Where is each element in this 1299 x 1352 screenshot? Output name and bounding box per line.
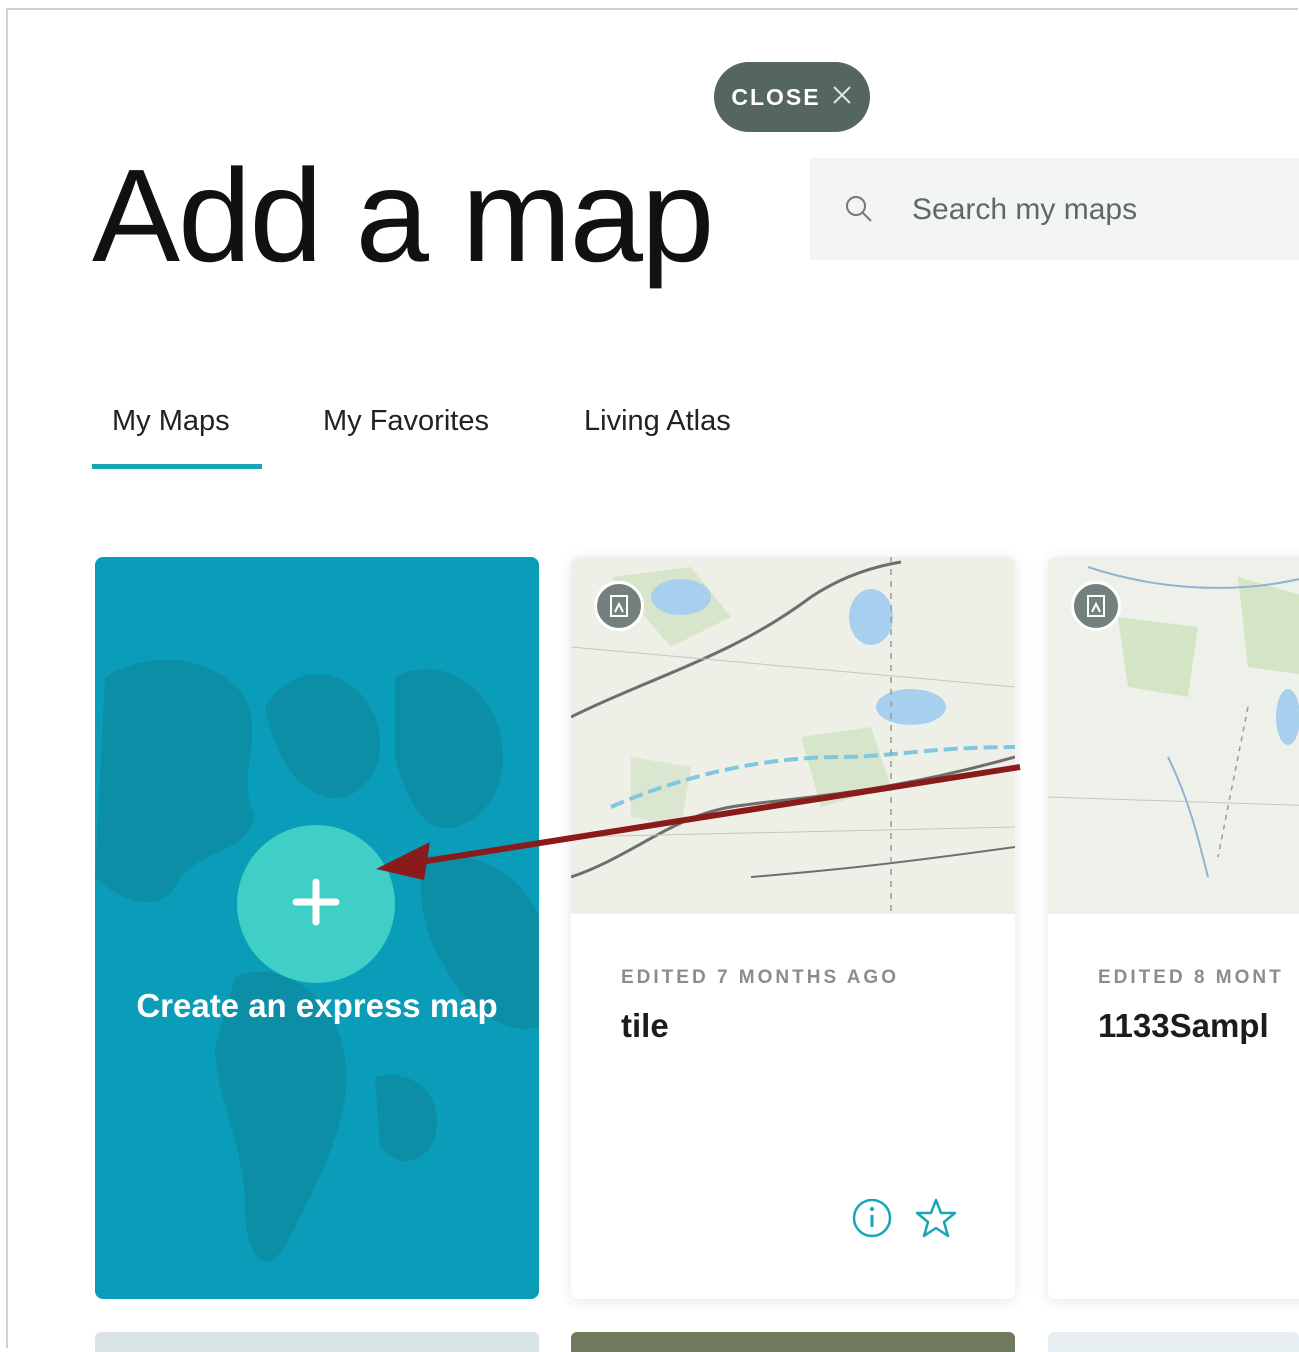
search-icon <box>844 194 874 229</box>
close-button[interactable]: CLOSE <box>714 62 870 132</box>
tab-living-atlas[interactable]: Living Atlas <box>584 405 731 438</box>
search-box[interactable] <box>810 158 1299 260</box>
star-icon[interactable] <box>915 1197 957 1239</box>
map-edited-date: EDITED 8 MONT <box>1098 967 1284 988</box>
next-row-card <box>95 1332 539 1352</box>
close-button-label: CLOSE <box>731 83 821 110</box>
close-icon <box>831 84 853 111</box>
map-thumbnail <box>571 557 1015 914</box>
add-express-map-button[interactable] <box>237 825 395 983</box>
page-title: Add a map <box>92 142 714 289</box>
map-badge-icon <box>594 581 644 631</box>
next-row-card <box>1048 1332 1299 1352</box>
map-card[interactable]: EDITED 7 MONTHS AGO tile <box>571 557 1015 1299</box>
active-tab-indicator <box>92 464 262 469</box>
map-card[interactable]: EDITED 8 MONT 1133Sampl <box>1048 557 1299 1299</box>
map-thumbnail <box>1048 557 1299 914</box>
map-badge-icon <box>1071 581 1121 631</box>
info-icon[interactable] <box>851 1197 893 1239</box>
tab-my-maps[interactable]: My Maps <box>112 405 230 438</box>
express-map-label: Create an express map <box>136 987 498 1024</box>
map-edited-date: EDITED 7 MONTHS AGO <box>621 967 899 988</box>
create-express-map-card[interactable]: Create an express map <box>95 557 539 1299</box>
plus-icon <box>292 878 340 931</box>
map-title: 1133Sampl <box>1098 1007 1269 1044</box>
map-title: tile <box>621 1007 669 1044</box>
next-row-card <box>571 1332 1015 1352</box>
search-input[interactable] <box>910 184 1294 236</box>
tab-my-favorites[interactable]: My Favorites <box>323 405 489 438</box>
